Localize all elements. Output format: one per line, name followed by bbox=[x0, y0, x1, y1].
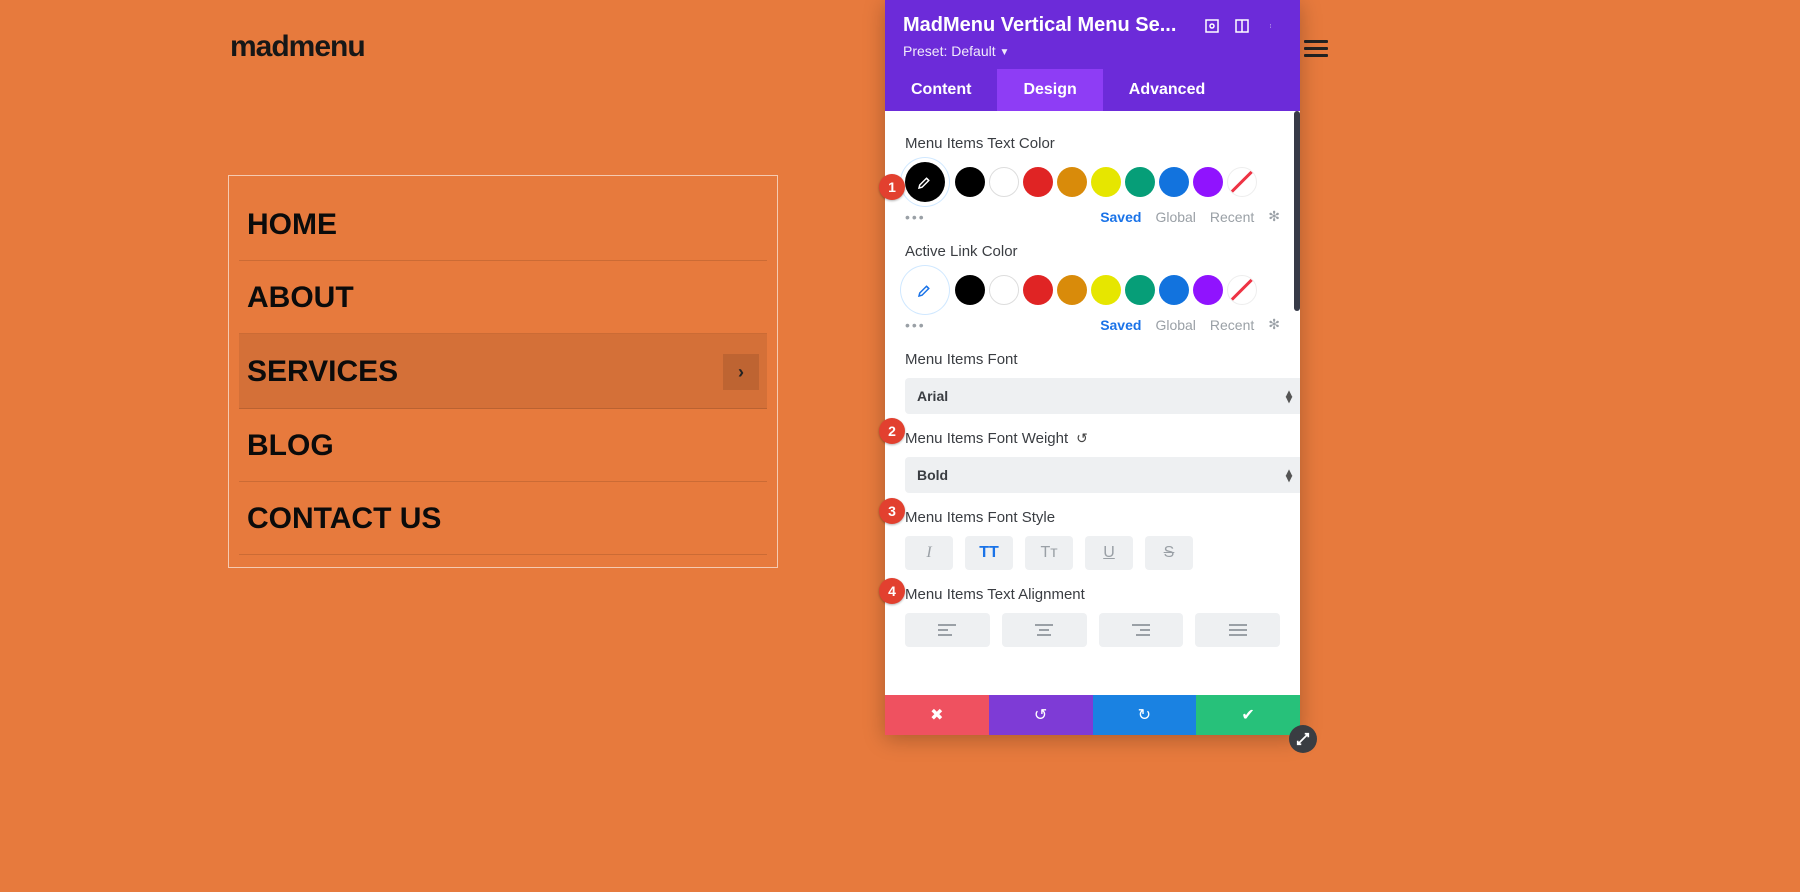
annotation-badge-4: 4 bbox=[879, 578, 905, 604]
palette-global[interactable]: Global bbox=[1155, 317, 1195, 333]
panel-body: Menu Items Text Color ••• Saved Global R… bbox=[885, 111, 1300, 695]
label-style: Menu Items Font Style bbox=[905, 509, 1280, 526]
panel-header: MadMenu Vertical Menu Se... Preset: Defa… bbox=[885, 0, 1300, 69]
swatch-purple[interactable] bbox=[1193, 167, 1223, 197]
panel-tabs: Content Design Advanced bbox=[885, 69, 1300, 111]
more-swatches-icon[interactable]: ••• bbox=[905, 317, 926, 333]
text-color-swatches bbox=[905, 162, 1280, 202]
swatch-blue[interactable] bbox=[1159, 167, 1189, 197]
preset-dropdown[interactable]: Preset: Default ▼ bbox=[903, 43, 1282, 59]
font-style-buttons: I TT Tᴛ U S bbox=[905, 536, 1280, 570]
redo-button[interactable]: ↻ bbox=[1093, 695, 1197, 735]
align-center[interactable] bbox=[1002, 613, 1087, 647]
color-picker-icon[interactable] bbox=[905, 270, 945, 310]
color-picker-icon[interactable] bbox=[905, 162, 945, 202]
label-align: Menu Items Text Alignment bbox=[905, 586, 1280, 603]
align-left[interactable] bbox=[905, 613, 990, 647]
swatch-blue[interactable] bbox=[1159, 275, 1189, 305]
vertical-menu-preview: HOME ABOUT SERVICES › BLOG CONTACT US bbox=[228, 175, 778, 568]
menu-item-about[interactable]: ABOUT bbox=[239, 261, 767, 334]
annotation-badge-1: 1 bbox=[879, 174, 905, 200]
swatch-black[interactable] bbox=[955, 275, 985, 305]
palette-recent[interactable]: Recent bbox=[1210, 209, 1254, 225]
more-options-icon[interactable] bbox=[1262, 16, 1282, 36]
label-text-color: Menu Items Text Color bbox=[905, 135, 1280, 152]
tab-advanced[interactable]: Advanced bbox=[1103, 69, 1231, 111]
expand-settings-icon[interactable] bbox=[1202, 16, 1222, 36]
more-swatches-icon[interactable]: ••• bbox=[905, 209, 926, 225]
swatch-white[interactable] bbox=[989, 275, 1019, 305]
swatch-red[interactable] bbox=[1023, 275, 1053, 305]
active-link-swatches bbox=[905, 270, 1280, 310]
swatch-red[interactable] bbox=[1023, 167, 1053, 197]
palette-global[interactable]: Global bbox=[1155, 209, 1195, 225]
menu-item-home[interactable]: HOME bbox=[239, 188, 767, 261]
palette-gear-icon[interactable]: ✻ bbox=[1268, 316, 1280, 333]
tab-content[interactable]: Content bbox=[885, 69, 997, 111]
style-italic[interactable]: I bbox=[905, 536, 953, 570]
label-weight: Menu Items Font Weight ↺ bbox=[905, 430, 1280, 447]
palette-saved[interactable]: Saved bbox=[1100, 209, 1141, 225]
alignment-buttons bbox=[905, 613, 1280, 647]
label-font: Menu Items Font bbox=[905, 351, 1280, 368]
style-underline[interactable]: U bbox=[1085, 536, 1133, 570]
save-button[interactable]: ✔ bbox=[1196, 695, 1300, 735]
swatch-white[interactable] bbox=[989, 167, 1019, 197]
reset-icon[interactable]: ↺ bbox=[1076, 430, 1088, 447]
style-uppercase[interactable]: TT bbox=[965, 536, 1013, 570]
swatch-teal[interactable] bbox=[1125, 167, 1155, 197]
swatch-purple[interactable] bbox=[1193, 275, 1223, 305]
font-select[interactable]: Arial ▴▾ bbox=[905, 378, 1300, 414]
swatch-yellow[interactable] bbox=[1091, 167, 1121, 197]
palette-recent[interactable]: Recent bbox=[1210, 317, 1254, 333]
palette-gear-icon[interactable]: ✻ bbox=[1268, 208, 1280, 225]
swatch-orange[interactable] bbox=[1057, 167, 1087, 197]
align-justify[interactable] bbox=[1195, 613, 1280, 647]
align-right[interactable] bbox=[1099, 613, 1184, 647]
layout-icon[interactable] bbox=[1232, 16, 1252, 36]
scrollbar[interactable] bbox=[1294, 111, 1300, 311]
style-strike[interactable]: S bbox=[1145, 536, 1193, 570]
tab-design[interactable]: Design bbox=[997, 69, 1102, 111]
cancel-button[interactable]: ✖ bbox=[885, 695, 989, 735]
submenu-arrow-icon[interactable]: › bbox=[723, 354, 759, 390]
weight-select[interactable]: Bold ▴▾ bbox=[905, 457, 1300, 493]
logo: madmenu bbox=[230, 30, 365, 64]
hamburger-menu-icon[interactable] bbox=[1304, 36, 1328, 61]
swatch-yellow[interactable] bbox=[1091, 275, 1121, 305]
swatch-black[interactable] bbox=[955, 167, 985, 197]
annotation-badge-3: 3 bbox=[879, 498, 905, 524]
style-smallcaps[interactable]: Tᴛ bbox=[1025, 536, 1073, 570]
annotation-badge-2: 2 bbox=[879, 418, 905, 444]
resize-panel-icon[interactable] bbox=[1289, 725, 1317, 753]
swatch-none[interactable] bbox=[1227, 275, 1257, 305]
menu-item-contact[interactable]: CONTACT US bbox=[239, 482, 767, 555]
label-active-link: Active Link Color bbox=[905, 243, 1280, 260]
swatch-none[interactable] bbox=[1227, 167, 1257, 197]
palette-saved[interactable]: Saved bbox=[1100, 317, 1141, 333]
swatch-orange[interactable] bbox=[1057, 275, 1087, 305]
undo-button[interactable]: ↺ bbox=[989, 695, 1093, 735]
settings-panel: MadMenu Vertical Menu Se... Preset: Defa… bbox=[885, 0, 1300, 735]
menu-item-services[interactable]: SERVICES › bbox=[239, 334, 767, 409]
menu-item-blog[interactable]: BLOG bbox=[239, 409, 767, 482]
panel-title: MadMenu Vertical Menu Se... bbox=[903, 14, 1192, 37]
panel-footer: ✖ ↺ ↻ ✔ bbox=[885, 695, 1300, 735]
swatch-teal[interactable] bbox=[1125, 275, 1155, 305]
